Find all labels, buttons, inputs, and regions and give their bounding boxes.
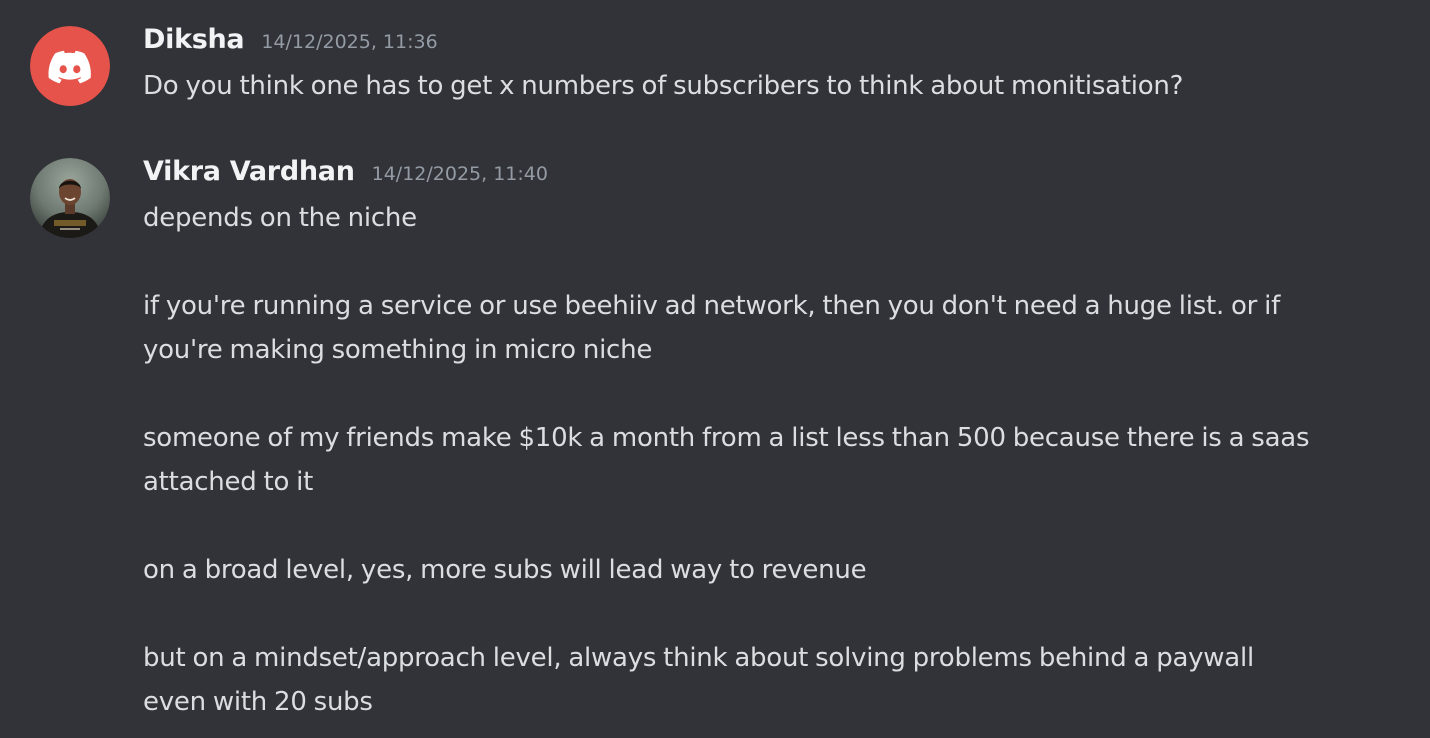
message-line: attached to it [143, 467, 314, 497]
message-line: even with 20 subs [143, 687, 373, 717]
message-line: on a broad level, yes, more subs will le… [143, 555, 867, 585]
timestamp[interactable]: 14/12/2025, 11:40 [372, 163, 548, 185]
discord-logo-icon [30, 26, 110, 106]
username[interactable]: Diksha [143, 24, 245, 55]
message-header: Vikra Vardhan 14/12/2025, 11:40 [143, 156, 1400, 196]
message-line: Do you think one has to get x numbers of… [143, 71, 1184, 101]
user-photo-avatar [30, 158, 110, 238]
avatar-diksha[interactable] [30, 26, 110, 106]
username[interactable]: Vikra Vardhan [143, 156, 355, 187]
message-line: but on a mindset/approach level, always … [143, 643, 1254, 673]
message-line: if you're running a service or use beehi… [143, 291, 1280, 321]
message-line: you're making something in micro niche [143, 335, 653, 365]
message-content: Diksha 14/12/2025, 11:36 Do you think on… [143, 24, 1400, 108]
chat-message-list: Diksha 14/12/2025, 11:36 Do you think on… [0, 0, 1430, 738]
message-header: Diksha 14/12/2025, 11:36 [143, 24, 1400, 64]
message-line: someone of my friends make $10k a month … [143, 423, 1310, 453]
timestamp[interactable]: 14/12/2025, 11:36 [261, 31, 437, 53]
message-line: depends on the niche [143, 203, 417, 233]
avatar-vikra-vardhan[interactable] [30, 158, 110, 238]
message-content: Vikra Vardhan 14/12/2025, 11:40 depends … [143, 156, 1400, 724]
